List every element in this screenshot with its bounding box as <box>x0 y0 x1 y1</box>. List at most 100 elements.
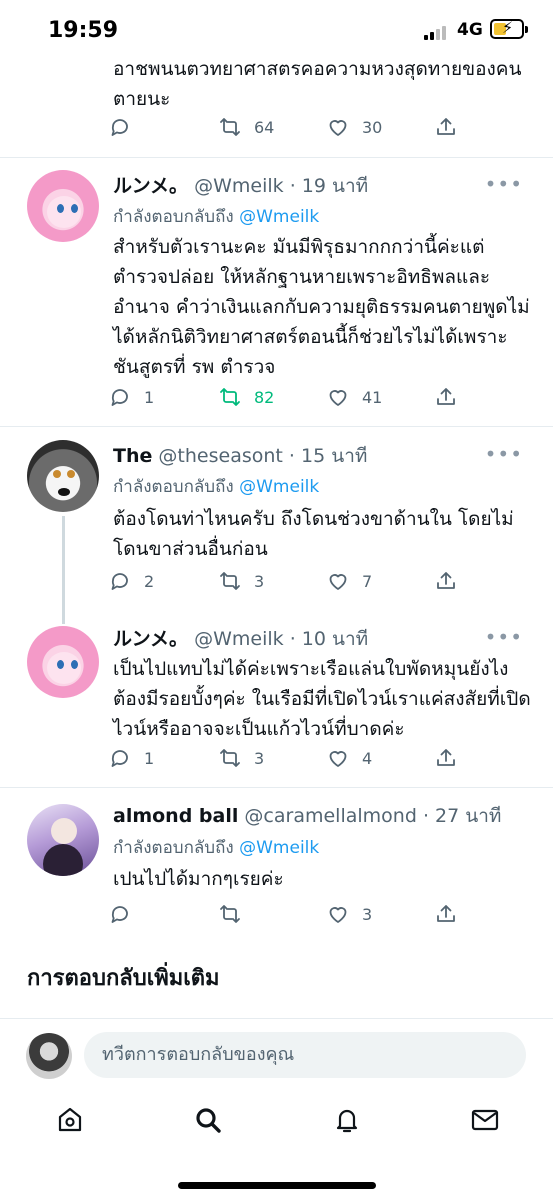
share-button[interactable] <box>434 899 458 929</box>
like-button[interactable]: 4 <box>326 743 372 773</box>
reply-button[interactable] <box>108 112 144 142</box>
more-replies-title: การตอบกลับเพิ่มเติม <box>27 966 220 991</box>
retweet-button[interactable] <box>218 899 254 929</box>
handle[interactable]: @theseasont <box>158 445 282 467</box>
reply-button[interactable]: 1 <box>108 743 154 773</box>
reply-button[interactable] <box>108 899 144 929</box>
share-icon <box>437 388 455 405</box>
timestamp: · 10 นาที <box>289 628 369 650</box>
reply-icon <box>111 906 128 923</box>
replying-to: กำลังตอบกลับถึง @Wmeilk <box>113 207 320 227</box>
retweet-icon <box>220 905 240 923</box>
tab-messages[interactable] <box>469 1104 501 1136</box>
home-icon <box>58 1107 82 1132</box>
retweet-button[interactable]: 82 <box>218 382 274 412</box>
divider <box>0 426 553 427</box>
share-icon <box>437 118 455 135</box>
tweet-text: ต้องโดนท่าไหนครับ ถึงโดนช่วงขาด้านใน โดย… <box>113 508 514 560</box>
thread-line <box>62 516 65 624</box>
retweet-icon <box>220 118 240 136</box>
mention-link[interactable]: @Wmeilk <box>239 207 319 227</box>
handle[interactable]: @Wmeilk <box>194 175 284 197</box>
avatar[interactable] <box>27 440 99 512</box>
tweet-header: ルンメ。 @Wmeilk · 10 นาที <box>113 624 368 654</box>
reply-icon <box>111 389 128 406</box>
like-icon <box>329 120 347 136</box>
reply-icon <box>111 750 128 767</box>
more-icon[interactable]: ••• <box>485 625 523 649</box>
like-icon <box>329 907 347 923</box>
mail-icon <box>471 1109 499 1131</box>
retweet-button[interactable]: 3 <box>218 566 264 596</box>
like-button[interactable]: 30 <box>326 112 382 142</box>
tweet-header: almond ball @caramellalmond · 27 นาที <box>113 801 501 831</box>
handle[interactable]: @Wmeilk <box>194 628 284 650</box>
tweet-actions: 3 <box>108 899 468 929</box>
tweet-actions: 2 3 7 <box>108 566 468 596</box>
retweet-icon <box>220 388 240 406</box>
tweet-header: ルンメ。 @Wmeilk · 19 นาที <box>113 171 368 201</box>
reply-button[interactable]: 2 <box>108 566 154 596</box>
battery-icon: ⚡ <box>490 18 528 39</box>
reply-icon <box>111 119 128 136</box>
timestamp: · 19 นาที <box>289 175 369 197</box>
share-icon <box>437 749 455 766</box>
divider <box>0 157 553 158</box>
user-avatar[interactable] <box>26 1033 72 1079</box>
reply-button[interactable]: 1 <box>108 382 154 412</box>
like-button[interactable]: 41 <box>326 382 382 412</box>
tab-search[interactable] <box>192 1104 224 1136</box>
search-icon <box>196 1108 221 1133</box>
like-icon <box>329 751 347 767</box>
like-button[interactable]: 3 <box>326 899 372 929</box>
display-name[interactable]: ルンメ。 <box>113 175 188 197</box>
retweet-button[interactable]: 3 <box>218 743 264 773</box>
share-button[interactable] <box>434 743 458 773</box>
tweet-header: The @theseasont · 15 นาที <box>113 441 367 471</box>
home-indicator[interactable] <box>178 1182 376 1189</box>
share-button[interactable] <box>434 566 458 596</box>
status-bar: 19:59 4G ⚡ <box>0 0 553 62</box>
tweet-text: เป็นไปแทบไม่ได้ค่ะเพราะเรือแล่นใบพัดหมุน… <box>113 658 531 740</box>
mention-link[interactable]: @Wmeilk <box>239 838 319 858</box>
share-icon <box>437 905 455 922</box>
status-time: 19:59 <box>48 18 119 43</box>
reply-input[interactable]: ทวีตการตอบกลับของคุณ <box>84 1032 526 1078</box>
avatar[interactable] <box>27 804 99 876</box>
tab-home[interactable] <box>54 1104 86 1136</box>
tweet-actions: 1 82 41 <box>108 382 468 412</box>
avatar[interactable] <box>27 626 99 698</box>
signal-icon <box>424 24 450 40</box>
share-button[interactable] <box>434 382 458 412</box>
retweet-icon <box>220 749 240 767</box>
divider <box>0 787 553 788</box>
like-icon <box>329 390 347 406</box>
replying-to: กำลังตอบกลับถึง @Wmeilk <box>113 477 320 497</box>
mention-link[interactable]: @Wmeilk <box>239 477 319 497</box>
like-icon <box>329 574 347 590</box>
tweet-text: สำหรับตัวเรานะคะ มันมีพิรุธมากกกว่านี้ค่… <box>113 236 530 378</box>
like-button[interactable]: 7 <box>326 566 372 596</box>
tab-bar <box>0 1090 553 1160</box>
tweet-text: อาชพนนตวทยาศาสตรคอความหวงสุดทายของคนตายน… <box>113 58 522 110</box>
tab-notifications[interactable] <box>331 1104 363 1136</box>
handle[interactable]: @caramellalmond <box>244 805 416 827</box>
display-name[interactable]: The <box>113 445 152 467</box>
more-icon[interactable]: ••• <box>485 172 523 196</box>
share-button[interactable] <box>434 112 458 142</box>
timestamp: · 15 นาที <box>288 445 368 467</box>
display-name[interactable]: almond ball <box>113 805 238 827</box>
avatar[interactable] <box>27 170 99 242</box>
share-icon <box>437 572 455 589</box>
retweet-button[interactable]: 64 <box>218 112 274 142</box>
reply-icon <box>111 573 128 590</box>
retweet-icon <box>220 572 240 590</box>
tweet-actions: 64 30 <box>108 112 468 142</box>
tweet-text: เปนไปได้มากๆเรยค่ะ <box>113 868 284 890</box>
network-type: 4G <box>457 20 483 40</box>
replying-to: กำลังตอบกลับถึง @Wmeilk <box>113 838 320 858</box>
display-name[interactable]: ルンメ。 <box>113 628 188 650</box>
compose-bar: ทวีตการตอบกลับของคุณ <box>0 1018 553 1088</box>
more-icon[interactable]: ••• <box>485 442 523 466</box>
bell-icon <box>336 1109 358 1133</box>
